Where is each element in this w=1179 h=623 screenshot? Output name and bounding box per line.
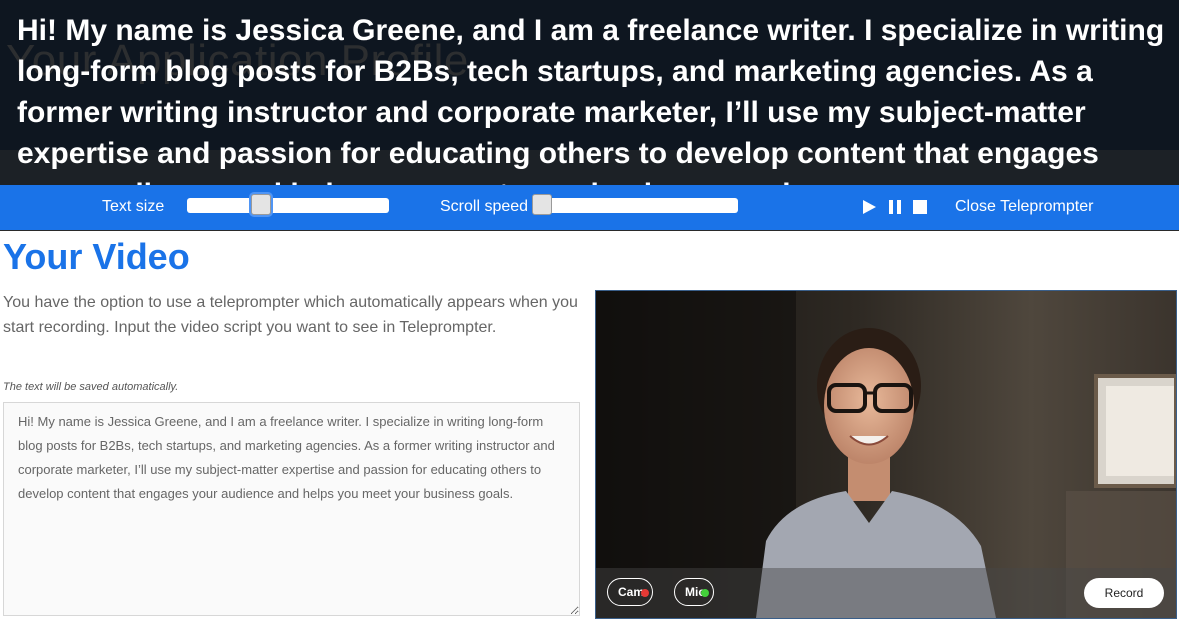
video-script-textarea[interactable]: Hi! My name is Jessica Greene, and I am …: [3, 402, 580, 616]
scroll-speed-slider[interactable]: [532, 194, 738, 215]
close-teleprompter-button[interactable]: Close Teleprompter: [955, 198, 1093, 216]
cam-toggle-button[interactable]: Cam: [607, 578, 653, 606]
teleprompter-text: Hi! My name is Jessica Greene, and I am …: [17, 14, 1165, 185]
record-button[interactable]: Record: [1084, 578, 1164, 608]
stop-icon[interactable]: [912, 199, 928, 215]
scroll-speed-slider-thumb[interactable]: [532, 194, 552, 215]
mic-toggle-button[interactable]: Mic: [674, 578, 714, 606]
intro-text: You have the option to use a teleprompte…: [3, 294, 578, 336]
webcam-preview: Cam Mic Record: [595, 290, 1177, 619]
webcam-controls: Cam Mic Record: [596, 568, 1176, 618]
teleprompter-controls: Text size Scroll speed Close Teleprompte…: [0, 185, 1179, 231]
text-size-label: Text size: [102, 198, 165, 215]
pause-icon[interactable]: [887, 199, 903, 215]
cam-status-indicator: [641, 589, 649, 597]
scroll-speed-label: Scroll speed: [440, 198, 529, 215]
text-size-slider-thumb[interactable]: [251, 194, 271, 215]
teleprompter-overlay: Your Application Profile Hi! My name is …: [0, 0, 1179, 185]
play-icon[interactable]: [861, 199, 877, 215]
text-size-slider[interactable]: [187, 194, 389, 215]
page-title: Your Video: [3, 236, 190, 277]
mic-status-indicator: [701, 589, 709, 597]
autosave-note: The text will be saved automatically.: [3, 381, 179, 393]
